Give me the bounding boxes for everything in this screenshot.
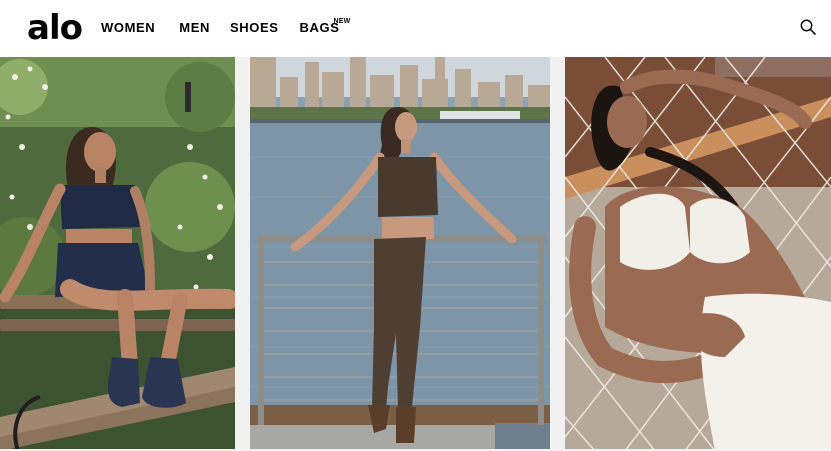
main-nav: WOMEN MEN SHOES BAGS NEW — [101, 18, 351, 36]
nav-item-women[interactable]: WOMEN — [101, 20, 155, 36]
hero-panel-hammock[interactable] — [565, 57, 831, 451]
hammock-photo — [565, 57, 831, 451]
hero-image-grid — [0, 57, 831, 451]
nav-item-shoes[interactable]: SHOES — [230, 20, 279, 36]
hero-panel-garden[interactable] — [0, 57, 235, 451]
site-header: alo WOMEN MEN SHOES BAGS NEW — [0, 0, 831, 57]
search-icon[interactable] — [799, 18, 817, 36]
new-badge: NEW — [333, 18, 351, 25]
hero-panel-waterfront[interactable] — [250, 57, 550, 451]
garden-bench-photo — [0, 57, 235, 451]
panel-divider — [550, 57, 565, 451]
nav-item-men[interactable]: MEN — [179, 20, 210, 36]
brand-logo[interactable]: alo — [27, 8, 83, 48]
panel-divider — [235, 57, 250, 451]
nav-item-bags[interactable]: BAGS NEW — [300, 18, 351, 36]
waterfront-photo — [250, 57, 550, 451]
